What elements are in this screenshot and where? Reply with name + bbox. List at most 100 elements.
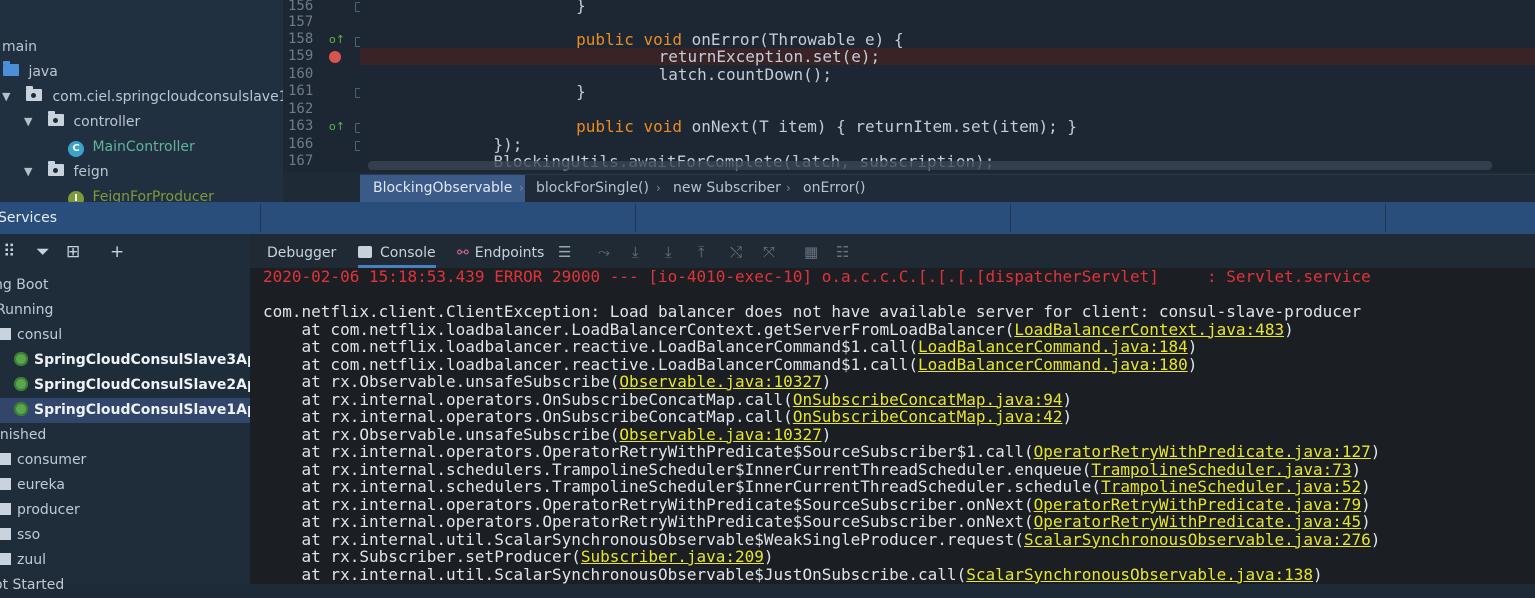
source-link[interactable]: LoadBalancerContext.java:483 bbox=[1014, 320, 1284, 339]
source-link[interactable]: TrampolineScheduler.java:52 bbox=[1101, 477, 1361, 496]
source-link[interactable]: Observable.java:10327 bbox=[619, 425, 821, 444]
tab-console[interactable]: Console bbox=[358, 234, 436, 268]
code-line: public void onError(Throwable e) { bbox=[499, 31, 904, 48]
package-icon bbox=[48, 111, 64, 126]
code-editor[interactable]: } public void onError(Throwable e) { ret… bbox=[360, 0, 1535, 172]
source-link[interactable]: OnSubscribeConcatMap.java:42 bbox=[793, 407, 1063, 426]
tree-item-main[interactable]: main bbox=[2, 35, 37, 59]
service-group-consul[interactable]: consul bbox=[0, 323, 62, 348]
tab-endpoints[interactable]: ⚯ Endpoints bbox=[457, 234, 544, 268]
services-title[interactable]: Services bbox=[0, 202, 57, 234]
stack-frame-method: at rx.Observable.unsafeSubscribe( bbox=[263, 424, 620, 444]
service-item-slave3[interactable]: SpringCloudConsulSlave3Appl bbox=[14, 348, 272, 373]
tab-debugger[interactable]: Debugger bbox=[267, 234, 336, 268]
breadcrumb-item[interactable]: blockForSingle() bbox=[536, 175, 649, 202]
show-execution-point-icon[interactable]: ⤳ bbox=[598, 243, 610, 261]
stack-frame-suffix: ) bbox=[1361, 494, 1371, 514]
tree-item-feignforproducer[interactable]: I FeignForProducer bbox=[68, 185, 214, 202]
stack-frame-method: at com.netflix.loadbalancer.reactive.Loa… bbox=[263, 337, 919, 356]
expand-triangle-icon[interactable]: ▼ bbox=[2, 85, 10, 109]
stack-frame-method: at rx.Subscriber.setProducer( bbox=[263, 547, 581, 566]
spring-boot-icon bbox=[14, 377, 28, 391]
tree-item-maincontroller[interactable]: C MainController bbox=[68, 135, 195, 159]
service-label: sso bbox=[17, 527, 41, 543]
line-number: 158 bbox=[288, 31, 314, 47]
tree-item-java[interactable]: java bbox=[3, 60, 58, 84]
override-marker-icon[interactable]: o↑ bbox=[329, 120, 345, 133]
breadcrumb-item[interactable]: onError() bbox=[803, 175, 866, 202]
new-tab-icon[interactable]: ⊞ bbox=[66, 242, 80, 262]
stack-frame-line: at rx.Subscriber.setProducer(Subscriber.… bbox=[263, 548, 774, 566]
breakpoint-icon[interactable] bbox=[329, 51, 341, 66]
drop-frame-icon[interactable]: ⤭ bbox=[730, 243, 742, 261]
step-over-icon[interactable]: ⤓ bbox=[632, 243, 639, 261]
source-link[interactable]: TrampolineScheduler.java:73 bbox=[1091, 460, 1351, 479]
service-item-slave2[interactable]: SpringCloudConsulSlave2Appl bbox=[14, 373, 272, 398]
endpoints-icon: ⚯ bbox=[457, 245, 469, 261]
source-link[interactable]: ScalarSynchronousObservable.java:138 bbox=[966, 565, 1313, 584]
tree-item-label: controller bbox=[73, 114, 141, 130]
source-link[interactable]: OperatorRetryWithPredicate.java:127 bbox=[1034, 442, 1371, 461]
breadcrumb-item[interactable]: BlockingObservable bbox=[360, 175, 526, 202]
code-text: } bbox=[499, 82, 586, 101]
service-group-eureka[interactable]: eureka bbox=[0, 473, 65, 498]
breadcrumb: BlockingObservable › blockForSingle() › … bbox=[360, 174, 1535, 202]
console-output[interactable]: 2020-02-06 15:18:53.439 ERROR 29000 --- … bbox=[263, 268, 1535, 584]
add-service-icon[interactable]: + bbox=[110, 242, 124, 262]
source-link[interactable]: ScalarSynchronousObservable.java:276 bbox=[1024, 530, 1371, 549]
horizontal-scrollbar[interactable] bbox=[368, 161, 1492, 170]
step-out-icon[interactable]: ⤒ bbox=[698, 243, 705, 261]
stack-frame-method: at com.netflix.loadbalancer.LoadBalancer… bbox=[263, 319, 1015, 339]
stack-frame-method: at rx.internal.schedulers.TrampolineSche… bbox=[263, 477, 1102, 496]
source-link[interactable]: LoadBalancerCommand.java:184 bbox=[918, 337, 1188, 356]
chevron-right-icon: › bbox=[519, 181, 524, 195]
tree-item-label: java bbox=[28, 64, 58, 80]
source-link[interactable]: OperatorRetryWithPredicate.java:45 bbox=[1034, 512, 1362, 531]
service-group-not-started[interactable]: ot Started bbox=[0, 573, 64, 598]
stack-frame-line: at rx.internal.operators.OnSubscribeConc… bbox=[263, 390, 1073, 409]
stack-frame-line: at rx.internal.operators.OnSubscribeConc… bbox=[263, 407, 1073, 426]
service-group-consumer[interactable]: consumer bbox=[0, 448, 86, 473]
code-line: }); bbox=[455, 136, 523, 153]
step-into-icon[interactable]: ⤓ bbox=[665, 243, 672, 261]
tree-item-package-root[interactable]: ▼ com.ciel.springcloudconsulslave1 bbox=[2, 85, 283, 109]
stack-frame-suffix: ) bbox=[821, 372, 832, 391]
stack-frame-suffix: ) bbox=[1370, 442, 1381, 461]
trace-icon[interactable]: ☷ bbox=[836, 243, 849, 261]
run-to-cursor-icon[interactable]: ⤧ bbox=[763, 243, 775, 261]
console-icon bbox=[358, 246, 372, 258]
source-link[interactable]: Observable.java:10327 bbox=[619, 372, 821, 391]
service-group-finished[interactable]: inished bbox=[0, 423, 46, 448]
source-link[interactable]: Subscriber.java:209 bbox=[581, 547, 764, 566]
service-group-sso[interactable]: sso bbox=[0, 523, 40, 548]
menu-icon[interactable]: ☰ bbox=[558, 243, 571, 261]
code-text: onNext(T item) { returnItem.set(item); } bbox=[691, 117, 1077, 136]
code-line: } bbox=[360, 0, 586, 14]
expand-triangle-icon[interactable]: ▼ bbox=[24, 110, 32, 134]
line-number: 161 bbox=[288, 83, 314, 99]
service-item-slave1-selected[interactable]: SpringCloudConsulSlave1Appl bbox=[0, 398, 272, 423]
source-link[interactable]: LoadBalancerCommand.java:180 bbox=[918, 355, 1188, 374]
service-label: zuul bbox=[17, 552, 46, 568]
service-group-producer[interactable]: producer bbox=[0, 498, 80, 523]
group-by-icon[interactable]: ⠿ bbox=[3, 242, 15, 262]
override-marker-icon[interactable]: o↑ bbox=[329, 33, 345, 46]
service-group-zuul[interactable]: zuul bbox=[0, 548, 46, 573]
breadcrumb-item[interactable]: new Subscriber bbox=[673, 175, 781, 202]
source-link[interactable]: OnSubscribeConcatMap.java:94 bbox=[793, 390, 1063, 409]
spring-boot-icon bbox=[14, 352, 28, 366]
header-divider bbox=[1010, 204, 1011, 232]
source-link[interactable]: OperatorRetryWithPredicate.java:79 bbox=[1034, 495, 1362, 514]
code-text: } bbox=[499, 0, 586, 15]
expand-triangle-icon[interactable]: ▼ bbox=[24, 160, 32, 184]
service-group-running[interactable]: Running bbox=[0, 298, 53, 323]
stack-frame-line: at rx.internal.operators.OperatorRetryWi… bbox=[263, 513, 1371, 531]
service-group-spring-boot[interactable]: ng Boot bbox=[0, 273, 48, 298]
service-label: SpringCloudConsulSlave1Appl bbox=[34, 402, 272, 418]
stack-frame-method: at rx.internal.util.ScalarSynchronousObs… bbox=[263, 564, 967, 584]
tree-item-feign[interactable]: ▼ feign bbox=[24, 160, 109, 184]
filter-icon[interactable]: ⏷ bbox=[36, 242, 50, 262]
tab-label: Endpoints bbox=[474, 245, 545, 261]
tree-item-controller[interactable]: ▼ controller bbox=[24, 110, 140, 134]
evaluate-expression-icon[interactable]: ▦ bbox=[804, 243, 818, 261]
